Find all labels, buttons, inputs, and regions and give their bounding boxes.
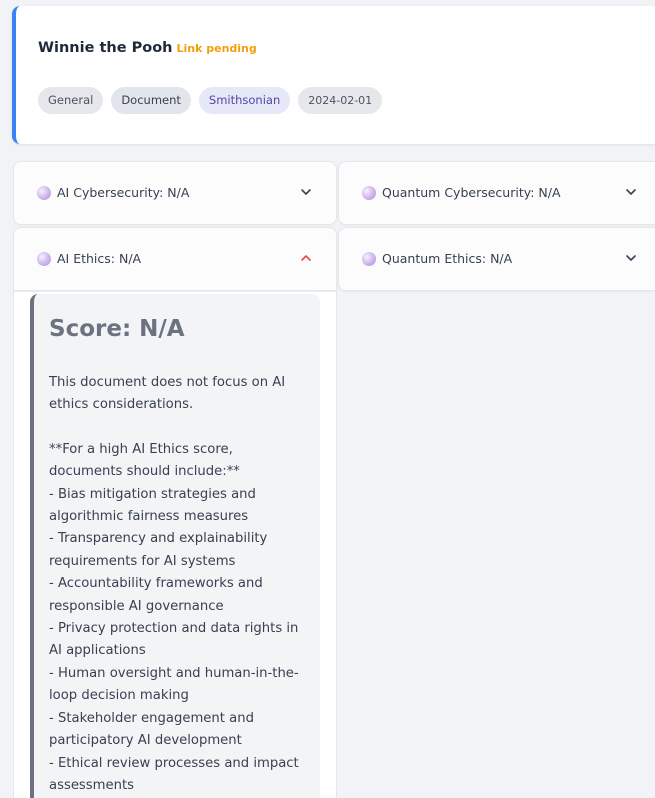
score-title: Score: N/A bbox=[49, 316, 185, 342]
score-status-dot-icon bbox=[37, 186, 51, 200]
score-status-dot-icon bbox=[362, 252, 376, 266]
accordion-quantum-ethics[interactable]: Quantum Ethics: N/A bbox=[338, 227, 655, 291]
score-details: Score: N/A This document does not focus … bbox=[30, 294, 320, 798]
document-title-row: Winnie the Pooh Link pending bbox=[38, 40, 257, 56]
criteria-item: - Ethical review processes and impact as… bbox=[49, 755, 299, 793]
criteria-item: - Transparency and explainability requir… bbox=[49, 531, 268, 569]
accordion-label: AI Ethics: N/A bbox=[57, 251, 142, 266]
tag-type: Document bbox=[111, 87, 191, 114]
tag-date: 2024-02-01 bbox=[298, 87, 383, 114]
accordion-label: Quantum Cybersecurity: N/A bbox=[382, 185, 561, 200]
chevron-down-icon[interactable] bbox=[624, 185, 638, 199]
chevron-down-icon[interactable] bbox=[299, 185, 313, 199]
criteria-item: - Privacy protection and data rights in … bbox=[49, 621, 299, 659]
tag-source: Smithsonian bbox=[198, 87, 291, 114]
tag-category: General bbox=[38, 87, 104, 114]
accordion-quantum-cybersecurity[interactable]: Quantum Cybersecurity: N/A bbox=[338, 161, 655, 225]
criteria-item: - Accountability frameworks and responsi… bbox=[49, 576, 263, 614]
score-status-dot-icon bbox=[37, 252, 51, 266]
accordion-ai-ethics[interactable]: AI Ethics: N/A bbox=[13, 227, 337, 291]
criteria-heading: **For a high AI Ethics score, documents … bbox=[49, 441, 240, 480]
accordion-label: Quantum Ethics: N/A bbox=[382, 251, 513, 266]
criteria-item: - Stakeholder engagement and participato… bbox=[49, 710, 254, 749]
document-card: Winnie the Pooh Link pending General Doc… bbox=[12, 6, 655, 144]
chevron-down-icon[interactable] bbox=[624, 251, 638, 265]
document-tags: General Document Smithsonian 2024-02-01 bbox=[38, 87, 383, 114]
accordion-ai-cybersecurity[interactable]: AI Cybersecurity: N/A bbox=[13, 161, 337, 225]
criteria-item: - Bias mitigation strategies and algorit… bbox=[49, 486, 256, 525]
chevron-up-icon[interactable] bbox=[299, 251, 313, 265]
accordion-label: AI Cybersecurity: N/A bbox=[57, 185, 190, 200]
score-status-dot-icon bbox=[362, 186, 376, 200]
criteria-item: - Human oversight and human-in-the-loop … bbox=[49, 665, 299, 704]
page: Winnie the Pooh Link pending General Doc… bbox=[0, 0, 655, 798]
link-status-badge: Link pending bbox=[176, 42, 257, 55]
score-explanation: This document does not focus on AI ethic… bbox=[49, 372, 304, 797]
score-summary: This document does not focus on AI ethic… bbox=[49, 375, 286, 413]
document-title: Winnie the Pooh bbox=[38, 40, 173, 56]
